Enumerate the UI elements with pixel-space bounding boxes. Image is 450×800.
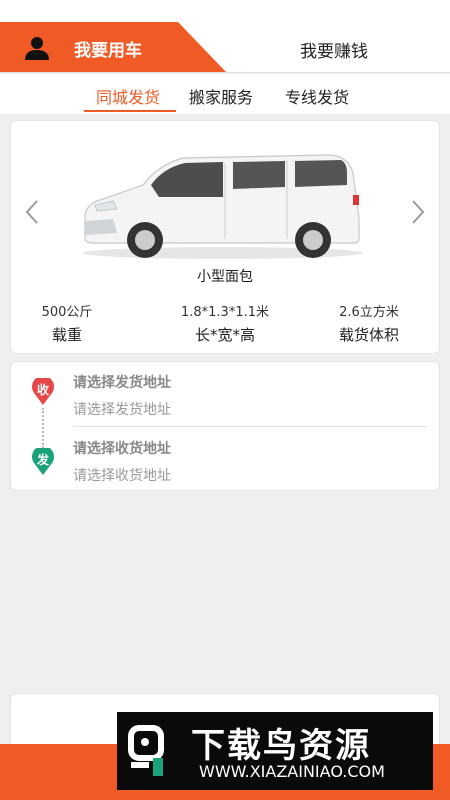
- pickup-pin-icon: 收: [31, 375, 55, 406]
- spec-dimensions-label: 长*宽*高: [194, 326, 255, 344]
- tab-earn-money[interactable]: 我要赚钱: [300, 37, 368, 62]
- spec-dimensions: 1.8*1.3*1.1米 长*宽*高: [155, 301, 295, 345]
- dropoff-address-title[interactable]: 请选择收货地址: [73, 438, 171, 458]
- pickup-address-field[interactable]: 请选择发货地址: [73, 399, 171, 419]
- vehicle-name: 小型面包: [197, 269, 253, 285]
- watermark-url: WWW.XIAZAINIAO.COM: [199, 762, 385, 781]
- service-tabs: 同城发货 搬家服务 专线发货: [0, 74, 450, 114]
- spec-weight-value: 500公斤: [41, 305, 93, 320]
- spec-weight-label: 载重: [51, 326, 82, 344]
- vehicle-card: 小型面包 500公斤 载重 1.8*1.3*1.1米 长*宽*高 2.6立方米 …: [10, 120, 440, 354]
- dropoff-pin-icon: 发: [31, 445, 55, 476]
- spec-volume: 2.6立方米 载货体积: [299, 301, 439, 345]
- watermark-banner: 下载鸟资源 WWW.XIAZAINIAO.COM: [117, 712, 433, 790]
- spec-dimensions-value: 1.8*1.3*1.1米: [180, 305, 270, 320]
- top-bar: 我要用车 我要赚钱: [0, 0, 450, 73]
- spec-volume-value: 2.6立方米: [339, 305, 399, 320]
- tab-same-city[interactable]: 同城发货: [96, 84, 160, 108]
- spec-weight: 500公斤 载重: [0, 301, 137, 345]
- watermark-title: 下载鸟资源: [191, 726, 371, 766]
- route-connector: [42, 408, 44, 448]
- chevron-right-icon[interactable]: [409, 199, 427, 225]
- chevron-left-icon[interactable]: [23, 199, 41, 225]
- user-icon: [25, 37, 49, 60]
- address-card: 收 发 请选择发货地址 请选择发货地址 请选择收货地址 请选择收货地址: [10, 361, 440, 491]
- van-image: [83, 154, 363, 259]
- pickup-pin-label: 收: [36, 383, 49, 397]
- dropoff-pin-label: 发: [36, 453, 49, 467]
- bird-logo-icon: [128, 725, 164, 776]
- spec-volume-label: 载货体积: [338, 326, 399, 344]
- tab-use-car-label[interactable]: 我要用车: [74, 36, 142, 61]
- tab-moving[interactable]: 搬家服务: [189, 84, 253, 108]
- dropoff-address-field[interactable]: 请选择收货地址: [73, 465, 171, 485]
- pickup-address-title[interactable]: 请选择发货地址: [73, 372, 171, 392]
- tab-dedicated-line[interactable]: 专线发货: [285, 84, 349, 108]
- address-divider: [73, 426, 427, 427]
- active-tab-indicator: [84, 110, 176, 112]
